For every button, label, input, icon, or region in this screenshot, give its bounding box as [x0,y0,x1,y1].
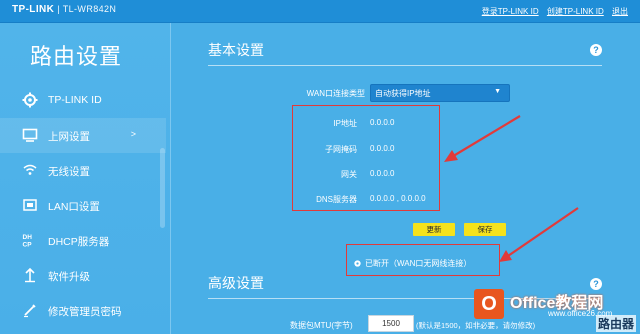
sidebar-item-tplink-id[interactable]: TP-LINK ID [0,83,166,118]
sidebar-item-label: 上网设置 [48,131,90,143]
password-icon [24,304,36,318]
mtu-label: 数据包MTU(字节) [290,321,353,330]
sidebar-item-password[interactable]: 修改管理员密码 [0,293,166,328]
dns-label: DNS服务器 [316,195,357,204]
gateway-value: 0.0.0.0 [370,169,395,178]
sidebar-item-lan[interactable]: LAN口设置 [0,188,166,223]
ip-value: 0.0.0.0 [370,118,395,127]
ip-label: IP地址 [333,119,357,128]
basic-settings-title: 基本设置 [208,42,264,58]
dhcp-icon: DHCP [23,234,33,249]
mtu-input[interactable]: 1500 [368,315,414,332]
login-link[interactable]: 登录TP-LINK ID [482,7,539,16]
top-links: 登录TP-LINK ID 创建TP-LINK ID 退出 [476,6,628,17]
exit-link[interactable]: 退出 [612,7,628,16]
watermark: O Office教程网 www.office26.com 路由器 [470,283,640,334]
mask-value: 0.0.0.0 [370,144,395,153]
top-bar: TP-LINK | TL-WR842N 登录TP-LINK ID 创建TP-LIN… [0,0,640,23]
gateway-label: 网关 [341,170,357,179]
brand-name: TP-LINK [12,4,55,15]
upgrade-icon [25,267,35,283]
sidebar-item-label: TP-LINK ID [48,94,102,106]
sidebar-item-label: DHCP服务器 [48,236,110,248]
wan-type-label: WAN口连接类型 [306,89,365,98]
svg-text:CP: CP [23,242,33,249]
lan-icon [23,199,37,211]
sidebar-item-label: 修改管理员密码 [48,306,122,318]
basic-help-icon[interactable]: ? [590,44,602,56]
sidebar-item-label: 软件升级 [48,271,90,283]
sidebar-item-label: 无线设置 [48,166,90,178]
brand-logo: TP-LINK | TL-WR842N [12,4,116,15]
advanced-settings-title: 高级设置 [208,275,264,291]
sidebar: 路由设置 TP-LINK ID 上网设置 > 无线设置 LAN口设置 DH CP … [0,23,171,334]
model-name: | TL-WR842N [57,4,117,14]
dns-value: 0.0.0.0 , 0.0.0.0 [370,194,426,203]
office-logo-icon: O [474,289,504,319]
sidebar-menu: TP-LINK ID 上网设置 > 无线设置 LAN口设置 DH CP DHCP服… [0,83,166,328]
dropdown-caret-icon: ▼ [494,88,501,95]
mask-label: 子网掩码 [325,145,357,154]
sidebar-item-upgrade[interactable]: 软件升级 [0,258,166,293]
watermark-corner: 路由器 [595,315,636,332]
sidebar-item-internet[interactable]: 上网设置 > [0,118,166,153]
sidebar-item-dhcp[interactable]: DH CP DHCP服务器 [0,223,166,258]
sidebar-scrollbar[interactable] [160,148,165,228]
sidebar-item-label: LAN口设置 [48,201,100,213]
wan-type-value: 自动获得IP地址 [375,89,431,98]
wan-status-text: 已断开（WAN口无网线连接） [365,259,472,268]
status-gear-icon [354,260,361,268]
sidebar-item-wireless[interactable]: 无线设置 [0,153,166,188]
monitor-icon [22,128,38,142]
chevron-right-icon: > [130,129,136,139]
wan-status: 已断开（WAN口无网线连接） [353,258,471,269]
wifi-icon [23,164,37,175]
save-button[interactable]: 保存 [464,223,506,236]
svg-text:DH: DH [23,234,33,241]
refresh-button[interactable]: 更新 [413,223,455,236]
wan-type-select[interactable]: 自动获得IP地址 ▼ [370,84,510,102]
divider [208,65,602,66]
sidebar-title: 路由设置 [30,44,123,69]
create-id-link[interactable]: 创建TP-LINK ID [547,7,604,16]
gear-icon [22,92,38,108]
